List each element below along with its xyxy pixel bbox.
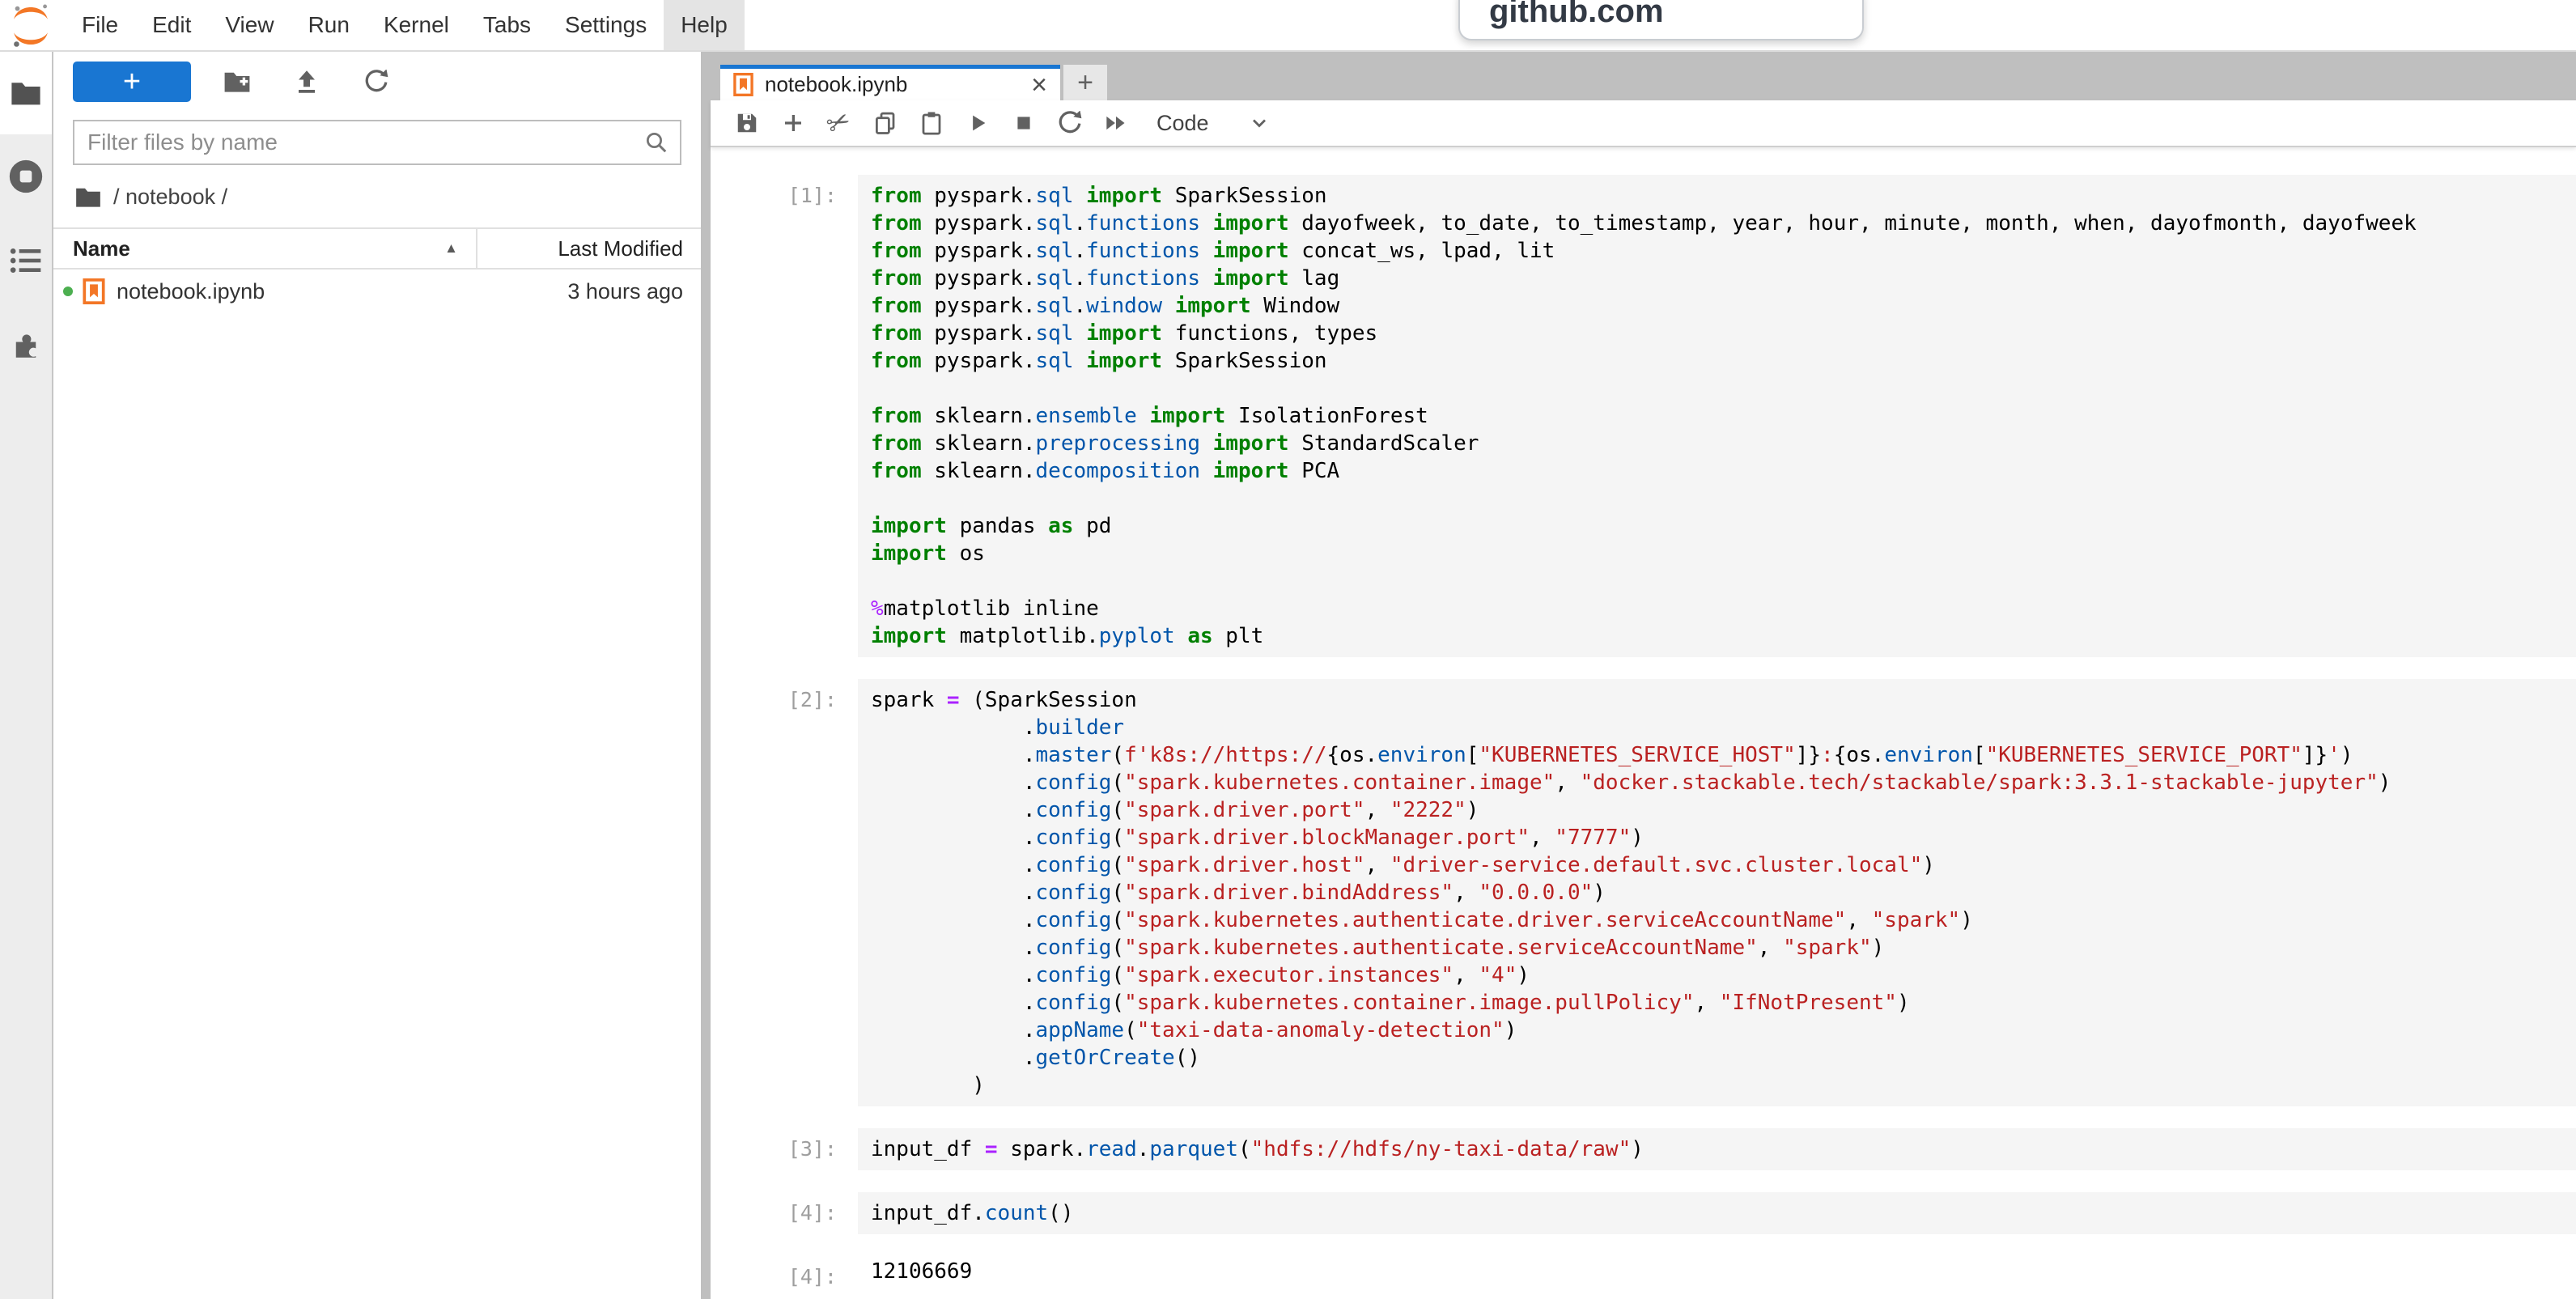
restart-icon	[1058, 111, 1082, 135]
sort-ascending-icon: ▲	[444, 240, 458, 257]
jupyterlab-window: File Edit View Run Kernel Tabs Settings …	[0, 0, 2576, 1299]
output-area: 12106669	[858, 1256, 2576, 1293]
cut-cells-button[interactable]: ✂	[816, 100, 862, 146]
chevron-down-icon[interactable]	[1248, 112, 1271, 134]
file-last-modified: 3 hours ago	[567, 279, 701, 304]
kernel-running-dot	[63, 287, 73, 296]
upload-button[interactable]	[283, 62, 330, 102]
puzzle-icon	[9, 328, 43, 362]
code-cell-3[interactable]: [3]: input_df = spark.read.parquet("hdfs…	[711, 1128, 2576, 1170]
file-list-header: Name ▲ Last Modified	[53, 227, 701, 270]
folder-icon	[10, 80, 42, 106]
input-prompt: [3]:	[711, 1128, 858, 1170]
paste-cells-button[interactable]	[908, 100, 954, 146]
restart-kernel-button[interactable]	[1046, 100, 1093, 146]
restart-run-all-button[interactable]	[1093, 100, 1139, 146]
refresh-icon	[364, 70, 388, 94]
tab-close-icon[interactable]: ×	[1031, 71, 1047, 99]
menu-bar: File Edit View Run Kernel Tabs Settings …	[0, 0, 2576, 52]
new-tab-button[interactable]: +	[1063, 65, 1107, 100]
stop-icon	[1013, 112, 1034, 134]
popup-origin-text: github.com	[1489, 0, 1862, 30]
menu-help[interactable]: Help	[664, 0, 745, 50]
menu-tabs[interactable]: Tabs	[466, 0, 548, 50]
new-folder-button[interactable]	[214, 62, 261, 102]
activity-bar	[0, 52, 53, 1299]
search-icon	[644, 130, 668, 155]
notebook-file-icon	[733, 73, 753, 96]
input-prompt: [4]:	[711, 1192, 858, 1234]
file-browser-toolbar: +	[53, 52, 701, 102]
file-name: notebook.ipynb	[117, 279, 265, 304]
column-header-last-modified[interactable]: Last Modified	[477, 236, 701, 261]
browser-permission-popup: github.com	[1458, 0, 1864, 40]
menu-run[interactable]: Run	[291, 0, 367, 50]
code-editor[interactable]: input_df.count()	[858, 1192, 2576, 1234]
name-column-label: Name	[73, 236, 130, 261]
running-sessions-icon	[8, 159, 44, 194]
code-cell-4[interactable]: [4]: input_df.count()	[711, 1192, 2576, 1234]
main-dock-panel: notebook.ipynb × +	[711, 52, 2576, 1299]
tab-notebook-ipynb[interactable]: notebook.ipynb ×	[720, 65, 1060, 100]
new-launcher-label: +	[123, 65, 141, 100]
code-editor[interactable]: from pyspark.sql import SparkSessionfrom…	[858, 175, 2576, 657]
menu-view[interactable]: View	[208, 0, 291, 50]
menu-edit[interactable]: Edit	[135, 0, 208, 50]
output-cell-4: [4]: 12106669	[711, 1256, 2576, 1293]
home-folder-icon	[74, 186, 102, 208]
breadcrumb[interactable]: / notebook /	[74, 185, 681, 210]
save-icon	[735, 111, 759, 135]
fast-forward-icon	[1103, 112, 1129, 134]
menu-settings[interactable]: Settings	[548, 0, 664, 50]
notebook-content: [1]: from pyspark.sql import SparkSessio…	[711, 147, 2576, 1299]
new-tab-plus-icon: +	[1077, 67, 1093, 99]
cut-icon: ✂	[821, 104, 856, 142]
paste-icon	[919, 111, 944, 135]
interrupt-kernel-button[interactable]	[1000, 100, 1046, 146]
menu-file[interactable]: File	[65, 0, 135, 50]
file-browser-panel: +	[53, 52, 701, 1299]
code-editor[interactable]: spark = (SparkSession .builder .master(f…	[858, 679, 2576, 1106]
notebook-toolbar: ✂	[711, 100, 2576, 147]
input-prompt: [2]:	[711, 679, 858, 1106]
sidebar-tab-extensions[interactable]	[0, 303, 52, 387]
filter-files-box	[73, 120, 681, 165]
new-folder-icon	[223, 70, 251, 93]
file-list-item-notebook[interactable]: notebook.ipynb 3 hours ago	[53, 270, 701, 313]
code-editor[interactable]: input_df = spark.read.parquet("hdfs://hd…	[858, 1128, 2576, 1170]
column-header-name[interactable]: Name ▲	[53, 236, 476, 261]
notebook-file-icon	[83, 278, 105, 304]
table-of-contents-icon	[10, 247, 42, 274]
sidebar-tab-table-of-contents[interactable]	[0, 219, 52, 303]
run-cell-button[interactable]	[954, 100, 1000, 146]
menu-kernel[interactable]: Kernel	[367, 0, 466, 50]
code-cell-2[interactable]: [2]: spark = (SparkSession .builder .mas…	[711, 679, 2576, 1106]
sidebar-tab-running-sessions[interactable]	[0, 134, 52, 219]
upload-icon	[295, 70, 319, 94]
filter-files-input[interactable]	[86, 129, 644, 156]
output-prompt: [4]:	[711, 1256, 858, 1293]
dock-tab-bar: notebook.ipynb × +	[711, 52, 2576, 100]
copy-icon	[873, 111, 898, 135]
add-icon	[781, 111, 805, 135]
sidebar-resize-handle[interactable]	[701, 52, 711, 1299]
sidebar-tab-file-browser[interactable]	[0, 52, 52, 134]
insert-cell-button[interactable]	[770, 100, 816, 146]
cell-type-select[interactable]: Code	[1156, 111, 1209, 136]
save-button[interactable]	[724, 100, 770, 146]
refresh-button[interactable]	[353, 62, 400, 102]
run-icon	[966, 112, 989, 134]
tab-title: notebook.ipynb	[765, 72, 1031, 97]
code-cell-1[interactable]: [1]: from pyspark.sql import SparkSessio…	[711, 175, 2576, 657]
breadcrumb-path: / notebook /	[113, 185, 227, 210]
jupyter-logo-icon	[8, 3, 53, 49]
new-launcher-button[interactable]: +	[73, 62, 191, 102]
input-prompt: [1]:	[711, 175, 858, 657]
copy-cells-button[interactable]	[862, 100, 908, 146]
